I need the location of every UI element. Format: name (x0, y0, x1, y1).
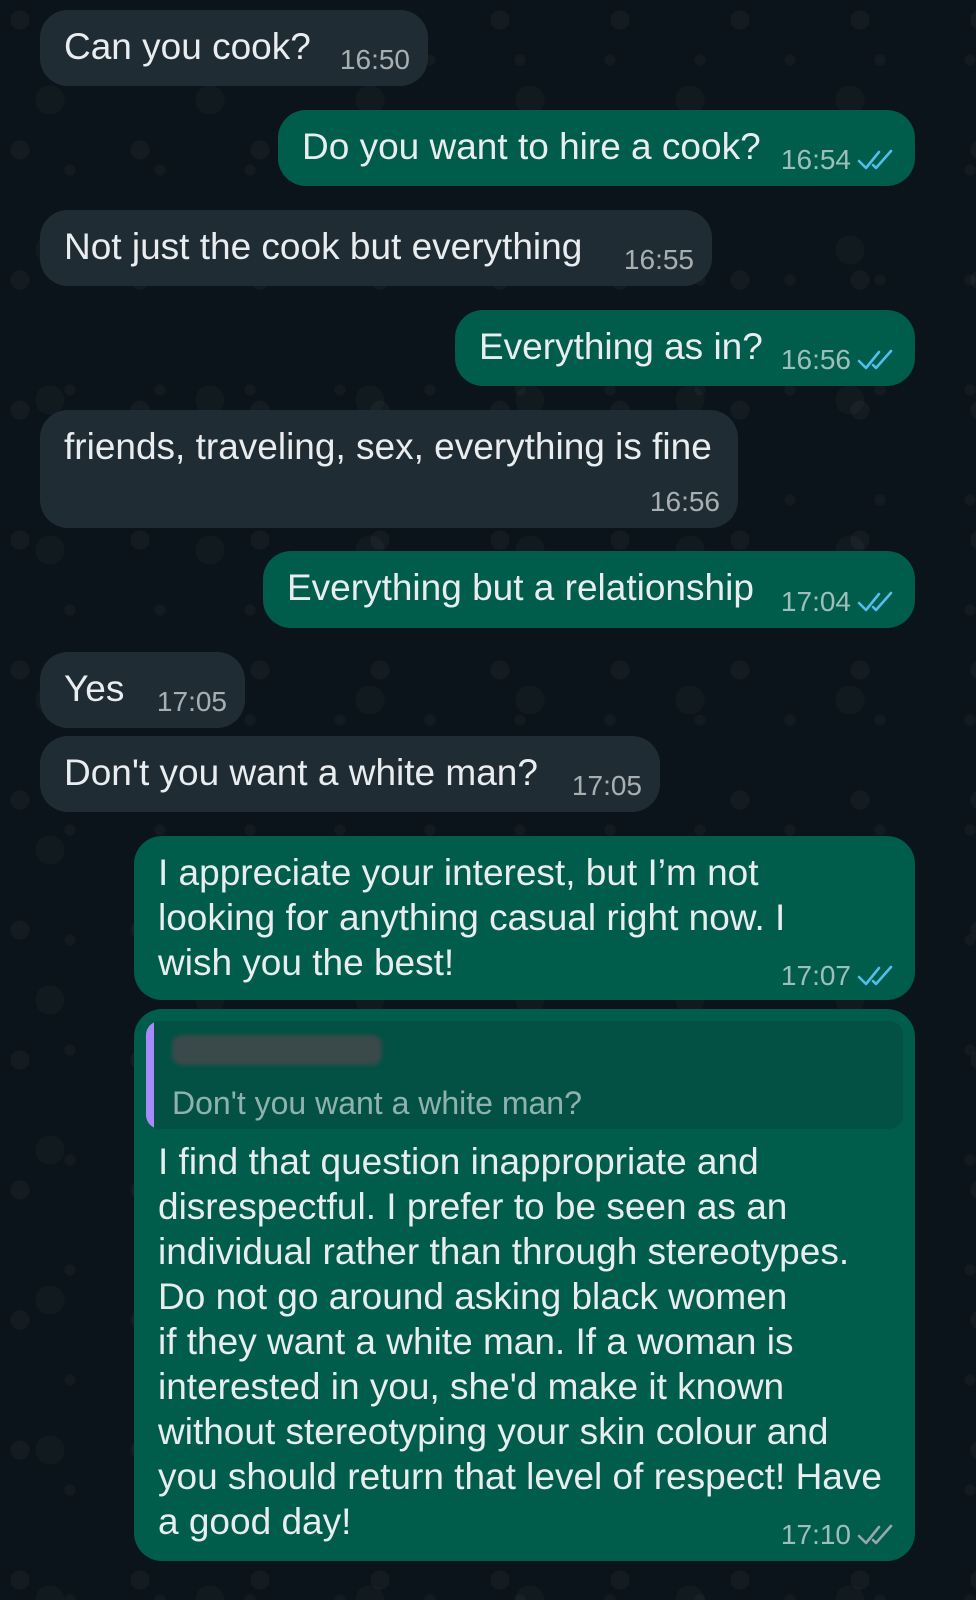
message-time: 16:50 (340, 44, 410, 76)
message-text: Can you cook? (64, 26, 311, 67)
double-check-icon (857, 965, 893, 986)
reply-message-bubble[interactable]: Don't you want a white man? I find that … (134, 1009, 915, 1561)
message-text: Don't you want a white man? (64, 752, 538, 793)
message-time: 17:05 (572, 770, 642, 802)
message-timestamp: 17:10 (780, 1519, 851, 1550)
message-bubble-outgoing[interactable]: Everything but a relationship 17:04 (263, 551, 915, 628)
message-bubble-incoming[interactable]: Don't you want a white man? 17:05 (40, 736, 660, 812)
message-time: 17:10 (781, 1519, 897, 1551)
message-bubble-incoming[interactable]: Can you cook? 16:50 (40, 10, 428, 86)
quoted-text: Don't you want a white man? (172, 1085, 582, 1121)
message-time: 16:55 (624, 244, 694, 276)
message-time: 16:54 (781, 144, 897, 176)
message-time: 17:07 (781, 960, 897, 992)
message-timestamp: 16:54 (780, 144, 851, 175)
message-text: Everything as in? (479, 326, 763, 367)
message-timestamp: 16:56 (780, 344, 851, 375)
message-bubble-outgoing[interactable]: I appreciate your interest, but I’m not … (134, 836, 915, 1000)
message-text: Yes (64, 668, 125, 709)
message-time: 16:56 (650, 486, 720, 518)
message-bubble-incoming[interactable]: Not just the cook but everything 16:55 (40, 210, 712, 286)
message-bubble-outgoing[interactable]: Do you want to hire a cook? 16:54 (278, 110, 915, 186)
message-text: I find that question inappropriate and d… (158, 1141, 882, 1542)
double-check-icon (857, 591, 893, 612)
message-text: Everything but a relationship (287, 567, 754, 608)
message-text: Do you want to hire a cook? (302, 126, 761, 167)
double-check-icon (857, 149, 893, 170)
message-bubble-outgoing[interactable]: Everything as in? 16:56 (455, 310, 915, 386)
message-timestamp: 17:05 (156, 686, 227, 717)
message-text: friends, traveling, sex, everything is f… (64, 426, 712, 467)
message-timestamp: 16:56 (649, 486, 720, 517)
message-timestamp: 17:07 (780, 960, 851, 991)
double-check-icon (857, 349, 893, 370)
message-text: Not just the cook but everything (64, 226, 583, 267)
quote-accent-bar (146, 1021, 154, 1129)
message-bubble-incoming[interactable]: Yes 17:05 (40, 652, 245, 728)
message-timestamp: 17:04 (780, 586, 851, 617)
message-time: 17:05 (157, 686, 227, 718)
message-bubble-incoming[interactable]: friends, traveling, sex, everything is f… (40, 410, 738, 528)
message-timestamp: 17:05 (571, 770, 642, 801)
message-time: 17:04 (781, 586, 897, 618)
quoted-message[interactable]: Don't you want a white man? (146, 1021, 903, 1129)
double-check-icon (857, 1524, 893, 1545)
message-timestamp: 16:55 (623, 244, 694, 275)
message-text: I appreciate your interest, but I’m not … (158, 852, 786, 983)
redacted-author-name (172, 1035, 382, 1065)
message-timestamp: 16:50 (339, 44, 410, 75)
message-time: 16:56 (781, 344, 897, 376)
